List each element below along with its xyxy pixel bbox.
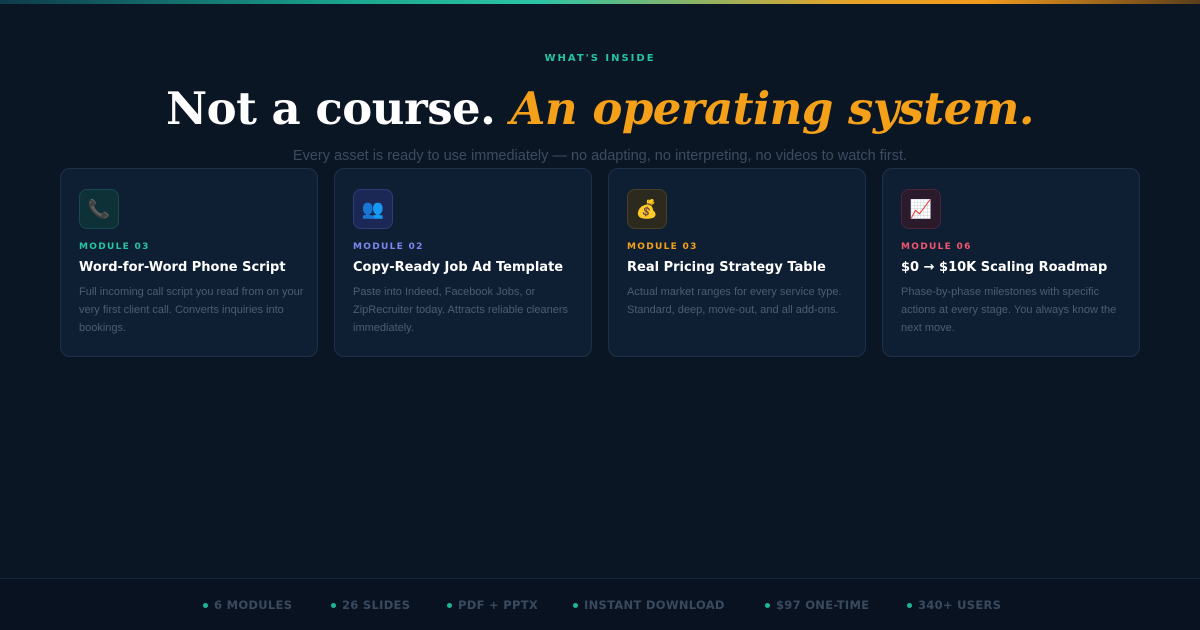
card-title: $0 → $10K Scaling Roadmap xyxy=(901,260,1108,275)
card-module-label: MODULE 06 xyxy=(901,242,972,252)
phone-icon: 📞 xyxy=(87,199,111,219)
card-icon-box: 👥 xyxy=(353,189,393,229)
module-card[interactable]: 👥 MODULE 02 Copy-Ready Job Ad Template P… xyxy=(334,168,592,357)
card-icon-box: 📞 xyxy=(79,189,119,229)
card-icon-box: 💰 xyxy=(627,189,667,229)
stat-label: INSTANT DOWNLOAD xyxy=(584,598,725,612)
headline-plain: Not a course. xyxy=(165,82,496,135)
card-title: Copy-Ready Job Ad Template xyxy=(353,260,564,275)
headline-accent: An operating system. xyxy=(510,82,1035,135)
card-module-label: MODULE 02 xyxy=(353,242,424,252)
card-title: Word-for-Word Phone Script xyxy=(79,260,286,275)
footer-stat: 340+ USERS xyxy=(907,598,1001,612)
bullet-dot-icon xyxy=(331,602,336,608)
section-subtitle: Every asset is ready to use immediately … xyxy=(292,148,908,164)
chart-increasing-icon: 📈 xyxy=(909,199,933,219)
bullet-dot-icon xyxy=(203,602,208,608)
footer-stat: INSTANT DOWNLOAD xyxy=(573,598,725,612)
card-module-label: MODULE 03 xyxy=(79,242,150,252)
people-icon: 👥 xyxy=(361,199,385,219)
card-title: Real Pricing Strategy Table xyxy=(627,260,826,275)
section-eyebrow: WHAT'S INSIDE xyxy=(544,53,656,64)
bullet-dot-icon xyxy=(907,602,912,608)
stat-label: 26 SLIDES xyxy=(342,598,411,612)
module-cards: 📞 MODULE 03 Word-for-Word Phone Script F… xyxy=(60,168,1140,357)
bullet-dot-icon xyxy=(765,602,770,608)
bullet-dot-icon xyxy=(573,602,578,608)
module-card[interactable]: 📈 MODULE 06 $0 → $10K Scaling Roadmap Ph… xyxy=(882,168,1140,357)
card-description: Paste into Indeed, Facebook Jobs, or Zip… xyxy=(353,286,568,334)
card-module-label: MODULE 03 xyxy=(627,242,698,252)
stat-label: PDF + PPTX xyxy=(458,598,539,612)
stat-label: 6 MODULES xyxy=(214,598,293,612)
card-description: Phase-by-phase milestones with specific … xyxy=(901,286,1117,334)
money-bag-icon: 💰 xyxy=(635,199,659,219)
top-gradient-bar xyxy=(0,0,1200,4)
bullet-dot-icon xyxy=(447,602,452,608)
card-description: Full incoming call script you read from … xyxy=(79,286,304,334)
footer-stat: PDF + PPTX xyxy=(447,598,538,612)
module-card[interactable]: 📞 MODULE 03 Word-for-Word Phone Script F… xyxy=(60,168,318,357)
stat-label: 340+ USERS xyxy=(918,598,1002,612)
footer-stat: 26 SLIDES xyxy=(331,598,410,612)
footer-stat: 6 MODULES xyxy=(203,598,292,612)
footer-stat: $97 ONE-TIME xyxy=(765,598,869,612)
card-icon-box: 📈 xyxy=(901,189,941,229)
stat-label: $97 ONE-TIME xyxy=(776,598,870,612)
footer-stats-bar: 6 MODULES 26 SLIDES PDF + PPTX INSTANT D… xyxy=(0,579,1200,630)
section-headline: Not a course. An operating system. xyxy=(0,82,1200,135)
card-description: Actual market ranges for every service t… xyxy=(627,286,842,316)
module-card[interactable]: 💰 MODULE 03 Real Pricing Strategy Table … xyxy=(608,168,866,357)
